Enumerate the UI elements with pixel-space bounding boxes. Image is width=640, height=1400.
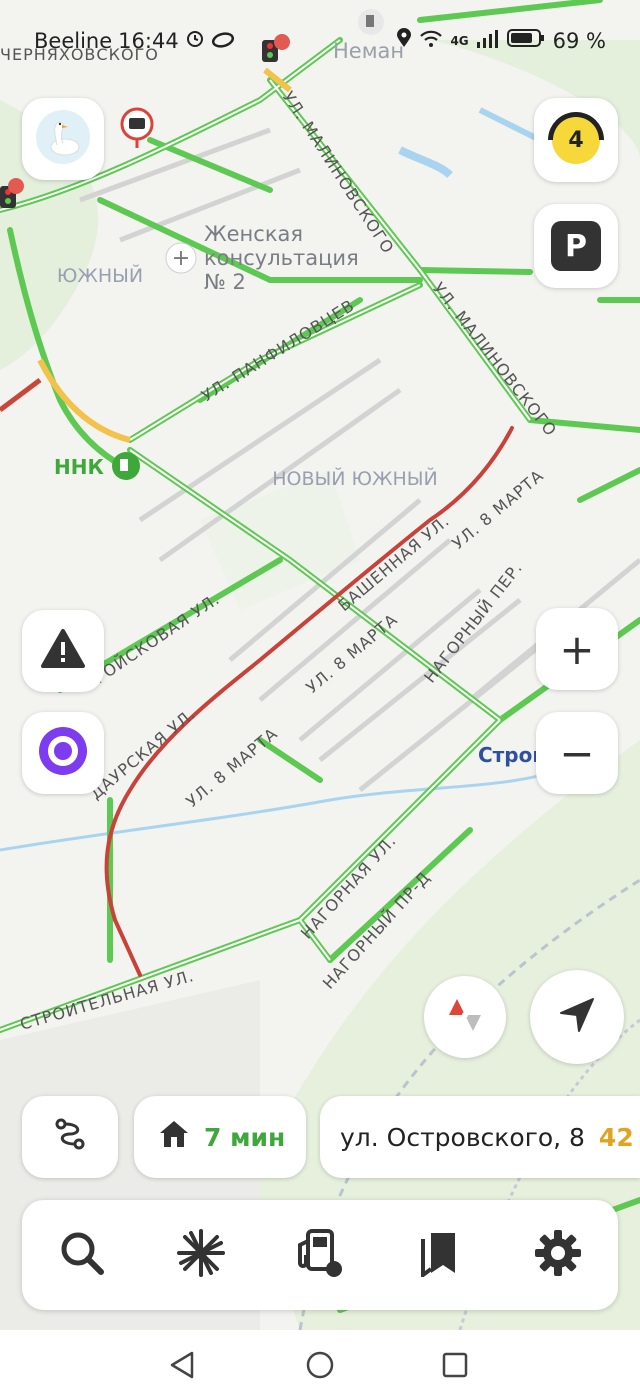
recents-square-icon	[442, 1352, 468, 1382]
clock: 16:44	[118, 28, 179, 53]
battery-icon	[506, 28, 545, 53]
alarm-icon	[185, 28, 205, 53]
back-triangle-icon	[168, 1351, 198, 1384]
gas-station-icon	[294, 1227, 346, 1283]
bookmarks-button[interactable]	[399, 1215, 479, 1295]
route-options-button[interactable]	[22, 1096, 118, 1178]
carrier-label: Beeline	[34, 28, 113, 53]
gas-station-poi[interactable]: ННК	[54, 452, 140, 480]
settings-button[interactable]	[518, 1215, 598, 1295]
navigation-arrow-icon	[557, 995, 597, 1039]
profile-button[interactable]	[22, 98, 104, 180]
search-icon	[58, 1229, 106, 1281]
clinic-label-2: консультация	[204, 246, 359, 270]
traffic-level-indicator: 4	[548, 112, 604, 164]
clinic-label-3: № 2	[204, 270, 246, 294]
compass-button[interactable]	[424, 976, 506, 1058]
parking-label: P	[565, 228, 587, 264]
gas-station-label: ННК	[54, 455, 104, 479]
svg-text:+: +	[172, 246, 190, 271]
location-icon	[396, 28, 412, 53]
district-label-novy-yuzhny: НОВЫЙ ЮЖНЫЙ	[272, 467, 438, 490]
traffic-level-value: 4	[568, 127, 584, 153]
zoom-in-button[interactable]: +	[536, 608, 618, 690]
home-circle-icon	[305, 1351, 335, 1384]
signal-icon	[476, 29, 499, 53]
home-icon	[158, 1119, 190, 1155]
search-button[interactable]	[42, 1215, 122, 1295]
parking-button[interactable]: P	[534, 204, 618, 288]
status-bar: Beeline 16:44 4G 69 %	[0, 28, 640, 62]
gas-stations-button[interactable]	[280, 1215, 360, 1295]
recents-button[interactable]	[442, 1352, 468, 1382]
discovery-icon	[175, 1227, 227, 1283]
route-icon	[53, 1117, 87, 1157]
network-type: 4G	[450, 33, 469, 48]
zoom-out-button[interactable]: −	[536, 712, 618, 794]
zoom-in-icon: +	[559, 624, 595, 674]
zoom-out-icon: −	[559, 728, 595, 778]
home-system-button[interactable]	[305, 1350, 335, 1384]
my-location-button[interactable]	[530, 970, 624, 1064]
compass-icon	[447, 995, 483, 1039]
district-label-yuzhny: ЮЖНЫЙ	[57, 264, 143, 287]
alice-assistant-button[interactable]	[22, 712, 104, 794]
home-travel-time: 7 мин	[204, 1122, 286, 1152]
destination-address: ул. Островского, 8	[340, 1122, 585, 1152]
warning-icon	[40, 628, 86, 674]
recent-destination-button[interactable]: ул. Островского, 8 42 м	[320, 1096, 640, 1178]
bottom-toolbar	[22, 1200, 618, 1310]
bookmarks-icon	[417, 1229, 461, 1281]
clinic-label-1: Женская	[204, 222, 303, 246]
system-navigation-bar	[0, 1330, 640, 1400]
traffic-level-button[interactable]: 4	[534, 98, 618, 182]
gear-icon	[533, 1228, 583, 1282]
alice-icon	[37, 725, 89, 781]
destination-travel-time: 42 м	[598, 1122, 640, 1152]
cast-icon	[211, 29, 235, 53]
parking-icon: P	[551, 221, 601, 271]
discovery-button[interactable]	[161, 1215, 241, 1295]
wifi-icon	[420, 29, 443, 53]
battery-level: 69 %	[552, 28, 606, 53]
road-alert-button[interactable]	[22, 610, 104, 692]
back-button[interactable]	[168, 1350, 198, 1384]
home-route-button[interactable]: 7 мин	[134, 1096, 306, 1178]
goose-avatar-icon	[35, 109, 91, 169]
